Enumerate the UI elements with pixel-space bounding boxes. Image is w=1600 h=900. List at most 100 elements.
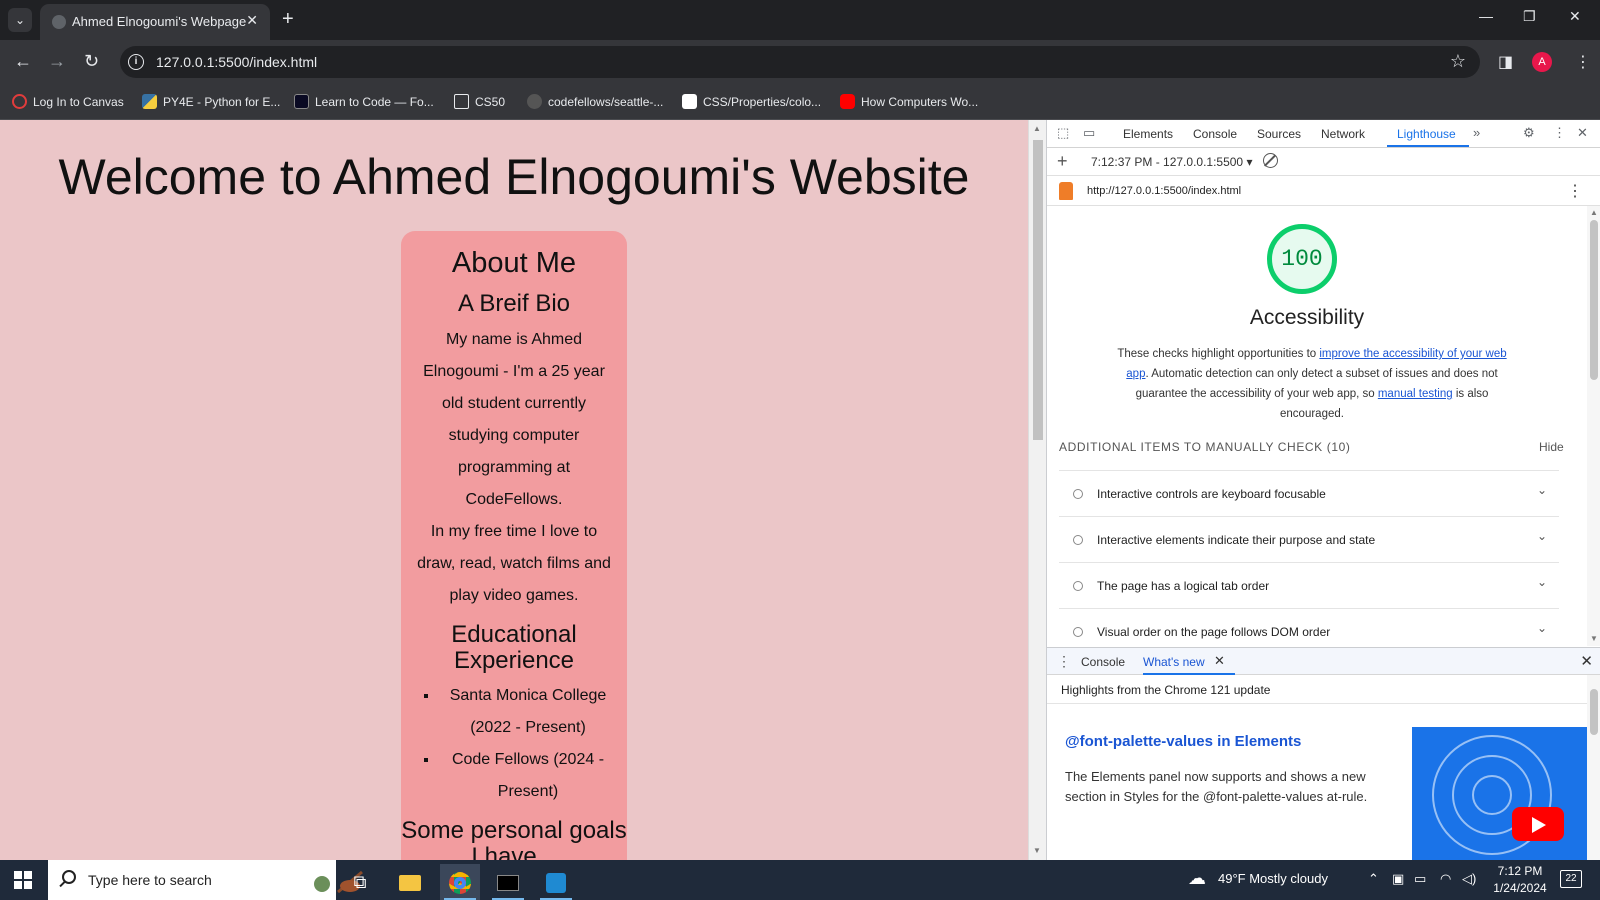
score-gauge: 100 [1267, 224, 1337, 294]
drawer-tab-console[interactable]: Console [1081, 655, 1125, 669]
hide-button[interactable]: Hide [1539, 440, 1564, 454]
tab-sources[interactable]: Sources [1257, 127, 1301, 141]
meet-now-icon[interactable]: ▣ [1392, 871, 1404, 887]
devtools-menu-icon[interactable]: ⋮ [1553, 125, 1566, 141]
chevron-down-icon[interactable]: ⌄ [1537, 621, 1547, 635]
menu-kebab-icon[interactable]: ⋮ [1575, 52, 1591, 72]
freecodecamp-icon [294, 94, 309, 109]
file-explorer-icon[interactable] [390, 864, 430, 900]
browser-tab[interactable]: Ahmed Elnogoumi's Webpage ✕ [40, 4, 270, 40]
close-devtools-icon[interactable]: ✕ [1577, 125, 1588, 141]
volume-icon[interactable]: ◁) [1462, 871, 1476, 887]
battery-icon[interactable]: ▭ [1414, 871, 1426, 887]
restore-icon[interactable]: ❐ [1523, 8, 1536, 25]
youtube-play-icon[interactable] [1512, 807, 1564, 841]
search-input[interactable]: Type here to search [88, 872, 212, 888]
taskbar-search[interactable]: Type here to search [48, 860, 363, 900]
site-info-icon[interactable]: i [128, 54, 144, 70]
bookmark-star-icon[interactable]: ☆ [1450, 51, 1466, 72]
bookmark-item[interactable]: CSS/Properties/colo... [682, 94, 821, 109]
bookmark-item[interactable]: Learn to Code — Fo... [294, 94, 434, 109]
wifi-icon[interactable]: ◠ [1440, 871, 1451, 887]
side-panel-icon[interactable]: ◨ [1498, 52, 1513, 72]
tab-console[interactable]: Console [1193, 127, 1237, 141]
audit-item[interactable]: Interactive controls are keyboard focusa… [1059, 470, 1559, 516]
lighthouse-toolbar: + 7:12:37 PM - 127.0.0.1:5500 ▾ [1047, 148, 1600, 176]
chrome-icon[interactable] [440, 864, 480, 900]
inspect-element-icon[interactable]: ⬚ [1057, 125, 1069, 141]
bookmark-item[interactable]: PY4E - Python for E... [142, 94, 280, 109]
scrollbar-thumb[interactable] [1033, 140, 1043, 440]
new-report-icon[interactable]: + [1057, 151, 1068, 172]
scroll-down-icon[interactable]: ▼ [1590, 634, 1598, 643]
scrollbar-thumb[interactable] [1590, 689, 1598, 735]
close-tab-icon[interactable]: ✕ [1214, 653, 1225, 669]
audit-circle-icon [1073, 489, 1083, 499]
chevron-down-icon[interactable]: ⌄ [1537, 483, 1547, 497]
report-menu-icon[interactable]: ⋮ [1567, 181, 1583, 201]
tab-elements[interactable]: Elements [1123, 127, 1173, 141]
manual-testing-link[interactable]: manual testing [1378, 388, 1453, 400]
tab-network[interactable]: Network [1321, 127, 1365, 141]
tab-strip: ⌄ Ahmed Elnogoumi's Webpage ✕ + — ❐ ✕ [0, 0, 1600, 40]
new-tab-button[interactable]: + [282, 8, 294, 30]
bookmark-item[interactable]: codefellows/seattle-... [527, 94, 663, 109]
whats-new-title[interactable]: @font-palette-values in Elements [1065, 733, 1301, 750]
bookmark-item[interactable]: How Computers Wo... [840, 94, 978, 109]
windows-taskbar: Type here to search ⧉ ☁ 49°F Mostly clou… [0, 860, 1600, 900]
weather-text[interactable]: 49°F Mostly cloudy [1218, 871, 1328, 886]
gear-icon[interactable]: ⚙ [1523, 125, 1535, 141]
list-item: Santa Monica College (2022 - Present) [439, 680, 617, 744]
device-toolbar-icon[interactable]: ▭ [1083, 125, 1095, 141]
devtools-tabbar: ⬚ ▭ Elements Console Sources Network Lig… [1047, 120, 1600, 148]
w3schools-icon [682, 94, 697, 109]
audit-item[interactable]: The page has a logical tab order ⌄ [1059, 562, 1559, 608]
close-drawer-icon[interactable]: ✕ [1580, 652, 1593, 670]
back-icon[interactable]: ← [14, 51, 32, 71]
about-card: About Me A Breif Bio My name is Ahmed El… [401, 231, 627, 860]
notification-icon[interactable]: 22 [1560, 870, 1582, 888]
drawer-tab-whats-new[interactable]: What's new [1143, 655, 1205, 669]
address-bar[interactable]: i 127.0.0.1:5500/index.html ☆ [120, 46, 1480, 78]
close-tab-icon[interactable]: ✕ [246, 12, 258, 29]
close-window-icon[interactable]: ✕ [1569, 8, 1581, 25]
clock-time: 7:12 PM [1497, 864, 1543, 878]
bookmark-item[interactable]: CS50 [454, 94, 505, 109]
globe-icon [52, 15, 66, 29]
scrollbar-thumb[interactable] [1590, 220, 1598, 380]
scroll-up-icon[interactable]: ▲ [1033, 124, 1041, 133]
tab-lighthouse[interactable]: Lighthouse [1397, 127, 1456, 141]
scroll-up-icon[interactable]: ▲ [1590, 208, 1598, 217]
tab-search-button[interactable]: ⌄ [8, 8, 32, 32]
report-selector[interactable]: 7:12:37 PM - 127.0.0.1:5500 ▾ [1091, 155, 1252, 169]
clear-icon[interactable] [1263, 153, 1278, 168]
drawer-menu-icon[interactable]: ⋮ [1057, 653, 1071, 670]
bookmark-item[interactable]: Log In to Canvas [12, 94, 124, 109]
report-scrollbar[interactable]: ▲ ▼ [1587, 206, 1600, 646]
video-thumbnail[interactable] [1412, 727, 1587, 860]
minimize-icon[interactable]: — [1479, 8, 1493, 24]
page-scrollbar[interactable]: ▲ ▼ [1028, 120, 1046, 860]
chevron-up-icon[interactable]: ⌃ [1368, 871, 1379, 887]
audit-item[interactable]: Interactive elements indicate their purp… [1059, 516, 1559, 562]
chevron-down-icon[interactable]: ⌄ [1537, 529, 1547, 543]
url-text[interactable]: 127.0.0.1:5500/index.html [156, 54, 317, 70]
github-icon [527, 94, 542, 109]
education-title: Educational Experience [451, 621, 577, 674]
manual-checks-header: ADDITIONAL ITEMS TO MANUALLY CHECK (10) [1059, 440, 1351, 454]
avatar[interactable]: A [1532, 52, 1552, 72]
system-clock[interactable]: 7:12 PM 1/24/2024 [1488, 863, 1552, 897]
windows-start-icon[interactable] [14, 871, 32, 889]
audit-item[interactable]: Visual order on the page follows DOM ord… [1059, 608, 1559, 646]
vscode-icon[interactable] [536, 864, 576, 900]
chevron-down-icon[interactable]: ⌄ [1537, 575, 1547, 589]
more-tabs-icon[interactable]: » [1473, 125, 1480, 140]
scroll-down-icon[interactable]: ▼ [1033, 846, 1041, 855]
list-item: Code Fellows (2024 - Present) [439, 744, 617, 808]
forward-icon[interactable]: → [48, 51, 66, 71]
whats-new-scrollbar[interactable] [1587, 675, 1600, 860]
terminal-icon[interactable] [488, 864, 528, 900]
reload-icon[interactable]: ↻ [84, 51, 99, 71]
task-view-icon[interactable]: ⧉ [340, 864, 380, 900]
report-url[interactable]: http://127.0.0.1:5500/index.html [1087, 185, 1241, 197]
